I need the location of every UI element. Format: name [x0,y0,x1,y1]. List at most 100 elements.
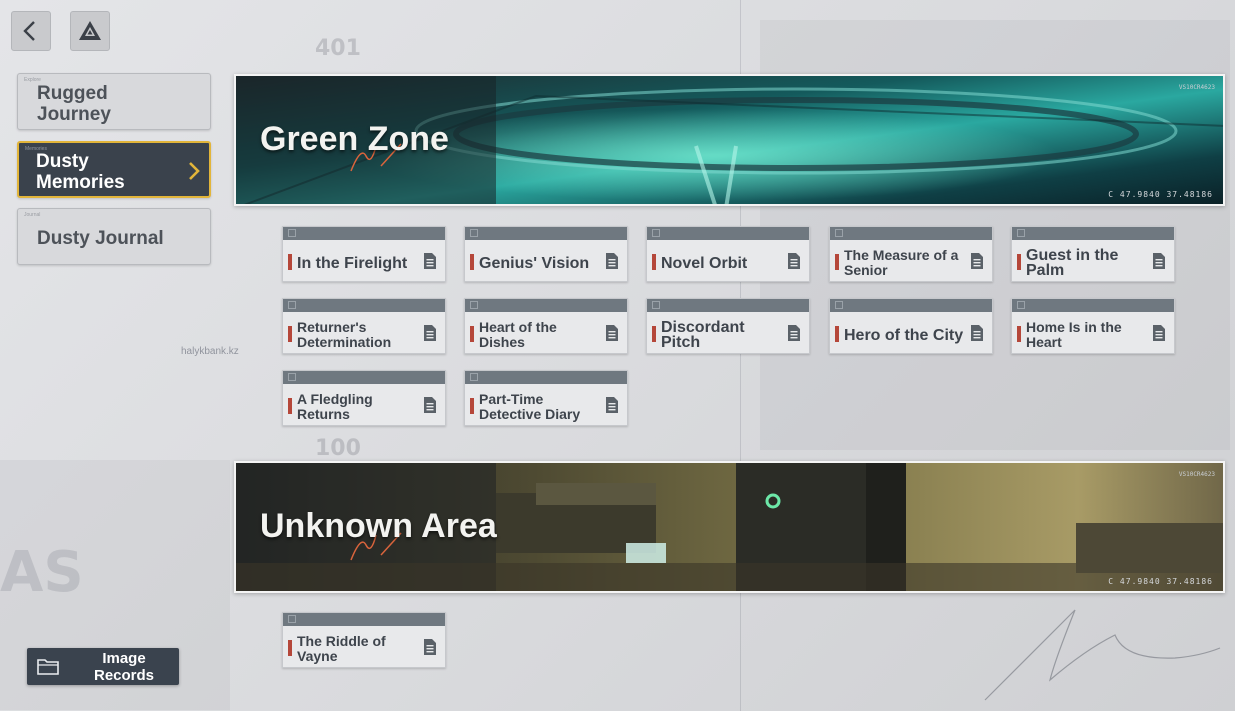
sidebar-item-dusty-memories[interactable]: Memories Dusty Memories [17,141,211,198]
card-square-icon [835,229,843,237]
document-icon [971,253,983,269]
sidebar-item-label: Dusty Memories [36,151,125,193]
card-title: A Fledgling Returns [297,391,373,422]
document-icon [606,397,618,413]
document-icon [606,253,618,269]
section-code: VS10CR4623 [1178,84,1215,91]
sidebar-item-dusty-journal[interactable]: Journal Dusty Journal [17,208,211,265]
card-title: The Measure of a Senior [844,247,959,278]
bg-signature [984,609,1221,701]
card-title: The Riddle of Vayne [297,633,386,664]
card-accent-bar [470,254,474,270]
bg-watermark: AS [0,540,84,605]
card-accent-bar [288,640,292,656]
card-title: Home Is in the Heart [1026,319,1122,350]
story-card[interactable]: The Measure of a Senior [829,226,993,282]
bg-site-text: halykbank.kz [181,346,239,357]
back-button[interactable] [11,11,51,51]
card-header-strip [283,227,445,240]
section-title: Green Zone [260,120,449,158]
card-title: In the Firelight [297,254,408,272]
card-square-icon [470,301,478,309]
story-card[interactable]: Heart of the Dishes [464,298,628,354]
image-records-button[interactable]: Image Records [27,648,179,685]
card-header-strip [465,299,627,312]
sidebar-item-label: Rugged Journey [37,83,111,125]
card-square-icon [1017,301,1025,309]
section-title: Unknown Area [260,507,497,545]
story-card[interactable]: Genius' Vision [464,226,628,282]
story-card[interactable]: A Fledgling Returns [282,370,446,426]
story-card[interactable]: Guest in the Palm [1011,226,1175,282]
card-header-strip [830,299,992,312]
story-card[interactable]: In the Firelight [282,226,446,282]
folder-icon [37,659,59,675]
card-header-strip [283,613,445,626]
card-square-icon [288,301,296,309]
story-card[interactable]: Discordant Pitch [646,298,810,354]
story-card[interactable]: Returner's Determination [282,298,446,354]
card-accent-bar [1017,326,1021,342]
document-icon [1153,253,1165,269]
card-header-strip [465,371,627,384]
chevron-right-icon [189,162,200,180]
story-card[interactable]: Novel Orbit [646,226,810,282]
document-icon [424,253,436,269]
section-coordinates: C 47.9840 37.48186 [1108,577,1213,586]
document-icon [424,639,436,655]
card-title: Discordant Pitch [661,319,745,351]
card-title: Hero of the City [844,326,964,344]
card-title: Heart of the Dishes [479,319,557,350]
card-header-strip [465,227,627,240]
card-square-icon [470,229,478,237]
document-icon [1153,325,1165,341]
sidebar-item-rugged-journey[interactable]: Explore Rugged Journey [17,73,211,130]
card-accent-bar [470,398,474,414]
card-accent-bar [835,326,839,342]
section-coordinates: C 47.9840 37.48186 [1108,190,1213,199]
card-title: Returner's Determination [297,319,392,350]
card-accent-bar [470,326,474,342]
card-header-strip [1012,299,1174,312]
document-icon [606,325,618,341]
bg-number-100: 100 [315,436,361,461]
card-accent-bar [652,254,656,270]
card-header-strip [647,227,809,240]
document-icon [788,253,800,269]
logo-button[interactable] [70,11,110,51]
triangle-logo-icon [79,21,101,40]
document-icon [788,325,800,341]
card-title: Genius' Vision [479,254,590,272]
sidebar-item-label: Dusty Journal [37,228,164,249]
card-header-strip [283,299,445,312]
story-card[interactable]: Home Is in the Heart [1011,298,1175,354]
card-accent-bar [288,254,292,270]
document-icon [971,325,983,341]
card-accent-bar [835,254,839,270]
story-card[interactable]: The Riddle of Vayne [282,612,446,668]
section-code: VS10CR4623 [1178,471,1215,478]
card-square-icon [288,615,296,623]
card-square-icon [1017,229,1025,237]
card-square-icon [652,229,660,237]
card-header-strip [830,227,992,240]
bg-number-401: 401 [315,36,361,61]
section-banner-unknown-area[interactable]: Unknown Area VS10CR4623 C 47.9840 37.481… [234,461,1225,593]
card-header-strip [1012,227,1174,240]
card-title: Guest in the Palm [1026,247,1119,279]
card-square-icon [470,373,478,381]
image-records-label: Image Records [93,650,155,684]
card-title: Novel Orbit [661,254,748,272]
card-square-icon [288,373,296,381]
card-square-icon [652,301,660,309]
chevron-left-icon [23,21,35,41]
card-accent-bar [288,326,292,342]
card-header-strip [647,299,809,312]
story-card[interactable]: Hero of the City [829,298,993,354]
document-icon [424,325,436,341]
section-banner-green-zone[interactable]: Green Zone VS10CR4623 C 47.9840 37.48186 [234,74,1225,206]
card-accent-bar [1017,254,1021,270]
card-accent-bar [652,326,656,342]
story-card[interactable]: Part-Time Detective Diary [464,370,628,426]
card-title: Part-Time Detective Diary [479,391,581,422]
